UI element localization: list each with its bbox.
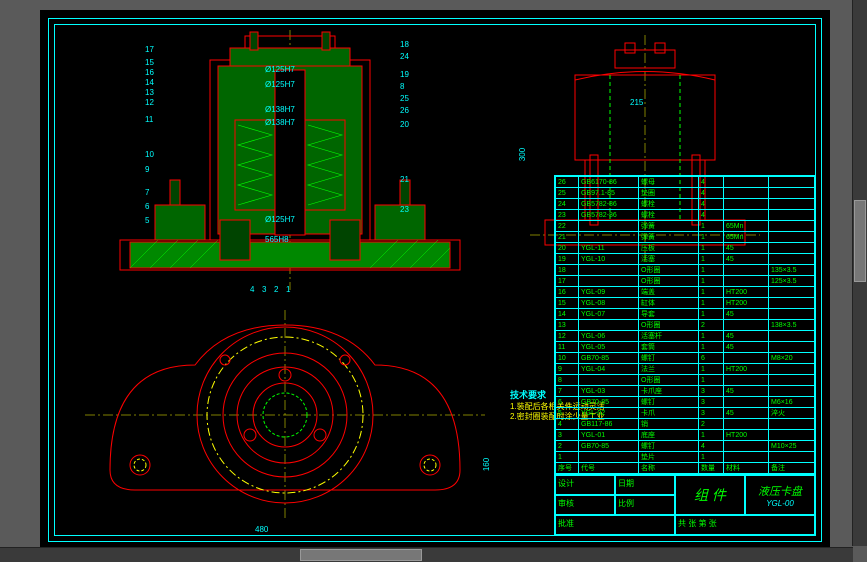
balloon-16: 16 [145,68,154,77]
cad-viewport: 17 15 16 14 13 12 11 10 9 7 6 5 18 24 19… [0,0,867,562]
dim-plan-h: 160 [482,458,491,471]
balloon-1: 1 [286,285,290,294]
balloon-11: 11 [145,115,153,124]
parts-list-row: 1垫片1 [556,452,815,463]
tb-design: 设计 [555,475,615,495]
tb-appr: 批准 [555,515,675,535]
horizontal-scrollbar[interactable] [0,547,853,562]
parts-list-row: 2GB70-85螺钉4M10×25 [556,441,815,452]
parts-list-row: 10GB70-85螺钉6M8×20 [556,353,815,364]
balloon-10: 10 [145,150,154,159]
parts-list-row: 14YGL-07导套145 [556,309,815,320]
balloon-21: 21 [400,175,409,184]
parts-list-header: 序号 代号 名称 数量 材料 备注 [556,463,815,474]
balloon-5: 5 [145,216,149,225]
balloon-17: 17 [145,45,154,54]
parts-list-row: 23GB5782-86螺栓4 [556,210,815,221]
balloon-19: 19 [400,70,409,79]
title-block-lower: 设计 日期 组 件 液压卡盘 YGL-00 审核 比例 批准 共 张 第 张 [555,474,815,535]
balloon-24: 24 [400,52,409,61]
dim-side-h: 300 [518,148,527,161]
balloon-20: 20 [400,120,409,129]
balloon-25: 25 [400,94,409,103]
dim-d1: Ø125H7 [265,65,295,74]
parts-list-row: 22弹簧165Mn [556,221,815,232]
dim-d3: Ø138H7 [265,105,295,114]
balloon-18: 18 [400,40,409,49]
tb-check: 审核 [555,495,615,515]
parts-list-row: 21弹簧165Mn [556,232,815,243]
tb-sheet: 共 张 第 张 [675,515,815,535]
dim-d4: Ø138H7 [265,118,295,127]
parts-list-row: 16YGL-09端盖1HT200 [556,287,815,298]
balloon-7: 7 [145,188,149,197]
plan-view [85,310,485,520]
parts-list-row: 26GB6170-86螺母4 [556,177,815,188]
dim-side-w: 215 [630,98,643,107]
balloon-13: 13 [145,88,154,97]
parts-list-row: 17O形圈1125×3.5 [556,276,815,287]
parts-list-row: 8O形圈1 [556,375,815,386]
drawing-number: YGL-00 [766,499,794,508]
dim-plan-w: 480 [255,525,268,534]
parts-list-row: 13O形圈2138×3.5 [556,320,815,331]
parts-list-row: 24GB5782-86螺栓4 [556,199,815,210]
parts-list-row: 18O形圈1135×3.5 [556,265,815,276]
v-scroll-thumb[interactable] [854,200,866,282]
dim-d6: 565H8 [265,235,289,244]
parts-list-row: 20YGL-11压板145 [556,243,815,254]
product-name: 液压卡盘 [758,483,802,499]
drawing-title: 组 件 [675,475,745,515]
tb-date1: 日期 [615,475,675,495]
parts-list-row: 5YGL-02卡爪345淬火 [556,408,815,419]
title-block: 26GB6170-86螺母425GB97.1-85垫圈424GB5782-86螺… [554,175,816,536]
parts-list-row: 6GB70-85螺钉3M6×16 [556,397,815,408]
parts-list-row: 15YGL-08缸体1HT200 [556,298,815,309]
balloon-4: 4 [250,285,254,294]
drawing-canvas[interactable]: 17 15 16 14 13 12 11 10 9 7 6 5 18 24 19… [40,10,830,550]
balloon-2: 2 [274,285,278,294]
balloon-12: 12 [145,98,154,107]
tb-scale: 比例 [615,495,675,515]
balloon-6: 6 [145,202,149,211]
balloon-9: 9 [145,165,149,174]
vertical-scrollbar[interactable] [852,0,867,546]
parts-list-row: 7YGL-03卡爪座345 [556,386,815,397]
parts-list-row: 19YGL-10活塞145 [556,254,815,265]
parts-list-row: 25GB97.1-85垫圈4 [556,188,815,199]
parts-list-row: 3YGL-01底座1HT200 [556,430,815,441]
parts-list-row: 9YGL-04法兰1HT200 [556,364,815,375]
h-scroll-thumb[interactable] [300,549,422,561]
parts-list-row: 11YGL-05套筒145 [556,342,815,353]
balloon-8: 8 [400,82,404,91]
dim-d2: Ø125H7 [265,80,295,89]
balloon-23: 23 [400,205,409,214]
balloon-3: 3 [262,285,266,294]
parts-list-row: 12YGL-06活塞杆145 [556,331,815,342]
dim-d5: Ø125H7 [265,215,295,224]
balloon-14: 14 [145,78,154,87]
product-name-cell: 液压卡盘 YGL-00 [745,475,815,515]
balloon-26: 26 [400,106,409,115]
parts-list-row: 4GB117-86销2 [556,419,815,430]
parts-list-table: 26GB6170-86螺母425GB97.1-85垫圈424GB5782-86螺… [555,176,815,474]
balloon-15: 15 [145,58,154,67]
